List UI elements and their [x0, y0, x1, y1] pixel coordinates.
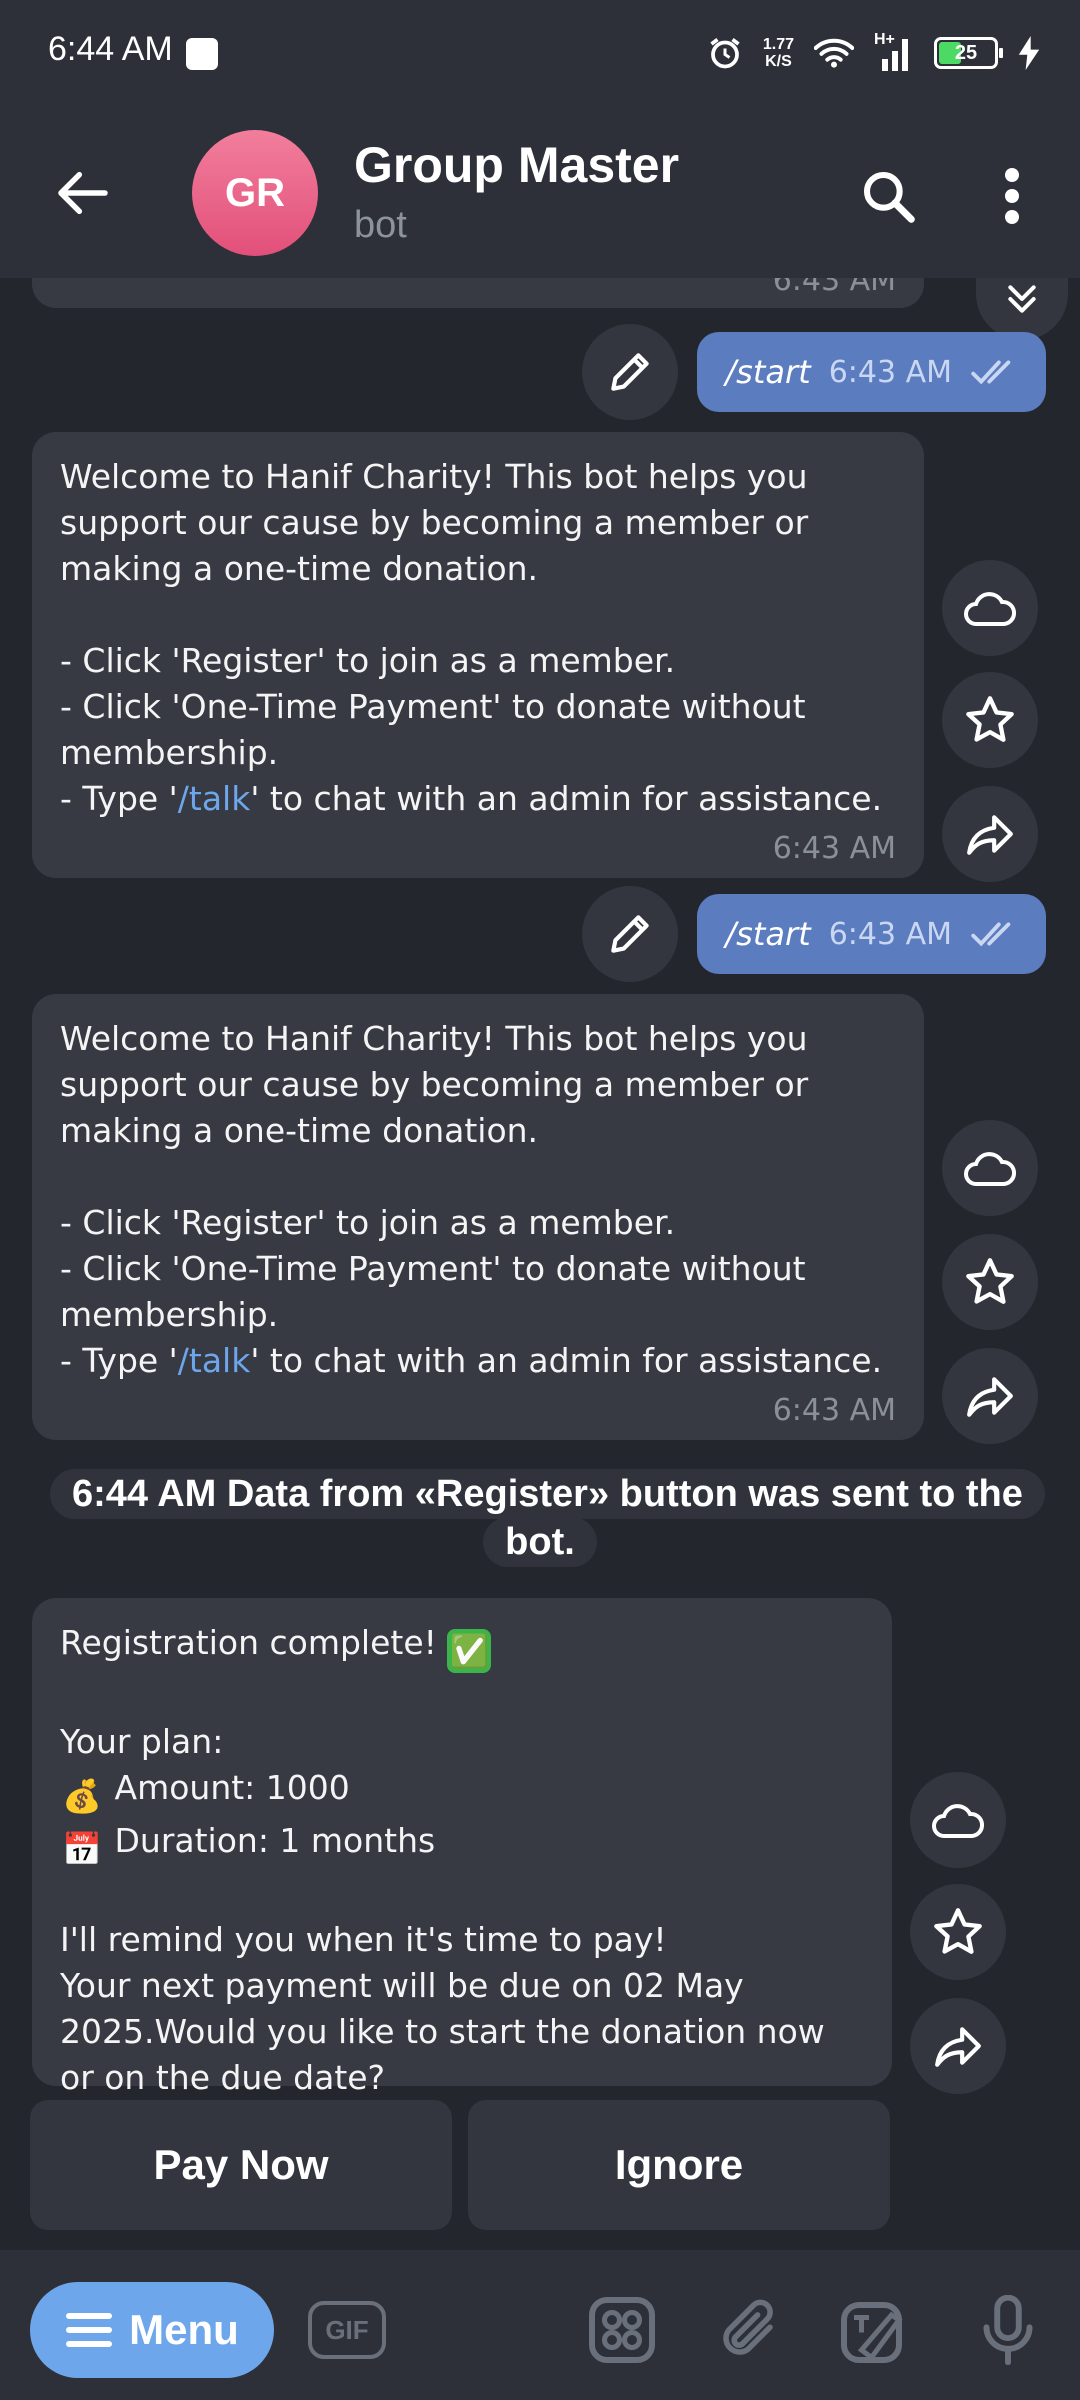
message-time: 6:43 AM — [828, 916, 952, 952]
incoming-message[interactable]: Welcome to Hanif Charity! This bot helps… — [32, 432, 924, 878]
incoming-message[interactable]: Welcome to Hanif Charity! This bot helps… — [32, 994, 924, 1440]
net-speed-unit: K/S — [765, 53, 792, 70]
forward-button[interactable] — [942, 786, 1038, 882]
battery-icon: 25 — [934, 37, 1003, 69]
status-bar: 6:44 AM 1.77 K/S H+ 25 — [0, 0, 1080, 108]
forward-button[interactable] — [910, 1998, 1006, 2094]
sticker-button[interactable] — [834, 2290, 914, 2370]
talk-command-link[interactable]: /talk — [178, 1341, 251, 1380]
alarm-icon — [710, 38, 740, 69]
cellular-signal: H+ — [874, 31, 914, 71]
notification-icon — [186, 38, 218, 70]
message-text: Welcome to Hanif Charity! This bot helps… — [60, 1019, 883, 1380]
pencil-icon — [611, 915, 649, 953]
gif-icon: GIF — [308, 2301, 386, 2359]
save-to-cloud-button[interactable] — [942, 560, 1038, 656]
bot-commands-button[interactable] — [582, 2290, 662, 2370]
charging-icon — [1018, 36, 1040, 70]
cloud-icon — [964, 592, 1017, 626]
chat-header: GR Group Master bot — [0, 108, 1080, 278]
search-icon — [863, 171, 915, 223]
hamburger-icon — [66, 2313, 113, 2347]
wifi-icon — [814, 38, 854, 68]
message-time: 6:43 AM — [772, 1393, 896, 1428]
pencil-icon — [611, 353, 649, 391]
attach-button[interactable] — [708, 2290, 788, 2370]
message-time: 6:43 AM — [828, 354, 952, 390]
star-icon — [966, 1258, 1014, 1304]
net-speed: 1.77 K/S — [763, 36, 794, 70]
menu-label: Menu — [129, 2306, 239, 2353]
incoming-message[interactable]: Registration complete! ✅ Your plan: 💰 Am… — [32, 1598, 892, 2145]
microphone-icon — [983, 2295, 1033, 2365]
favorite-button[interactable] — [910, 1884, 1006, 1980]
share-arrow-icon — [935, 2027, 981, 2067]
chat-area[interactable]: 6:43 AM /start 6:43 AM Welcome to Hanif … — [0, 278, 1080, 2250]
status-time: 6:44 AM — [48, 30, 173, 68]
edit-button[interactable] — [582, 324, 678, 420]
money-bag-icon: 💰 — [62, 1777, 102, 1815]
service-message: 6:44 AM Data from «Register» button was … — [50, 1469, 1045, 1567]
share-arrow-icon — [967, 1377, 1013, 1417]
commands-grid-icon — [589, 2297, 655, 2363]
pay-now-button[interactable]: Pay Now — [30, 2100, 452, 2230]
battery-level: 25 — [954, 41, 978, 64]
menu-button[interactable]: Menu — [30, 2282, 274, 2378]
forward-button[interactable] — [942, 1348, 1038, 1444]
favorite-button[interactable] — [942, 672, 1038, 768]
share-arrow-icon — [967, 815, 1013, 855]
sticker-paint-icon — [841, 2302, 903, 2363]
chat-subtitle: bot — [354, 204, 407, 246]
voice-message-button[interactable] — [968, 2290, 1048, 2370]
cloud-icon — [964, 1152, 1017, 1186]
ignore-button[interactable]: Ignore — [468, 2100, 890, 2230]
star-icon — [934, 1908, 982, 1954]
talk-command-link[interactable]: /talk — [178, 779, 251, 818]
avatar[interactable]: GR — [192, 130, 318, 256]
outgoing-message[interactable]: /start 6:43 AM — [697, 894, 1046, 974]
save-to-cloud-button[interactable] — [942, 1120, 1038, 1216]
message-input-bar: Menu GIF — [0, 2250, 1080, 2400]
more-options-button[interactable] — [984, 158, 1040, 234]
message-text: /start — [725, 915, 811, 953]
paperclip-icon — [723, 2299, 773, 2355]
star-icon — [966, 696, 1014, 742]
message-time: 6:43 AM — [772, 278, 896, 298]
message-text: /start — [725, 353, 811, 391]
message-text: Welcome to Hanif Charity! This bot helps… — [60, 457, 883, 818]
edit-button[interactable] — [582, 886, 678, 982]
cloud-icon — [932, 1804, 985, 1838]
calendar-icon: 📅 — [62, 1830, 102, 1868]
arrow-left-icon — [58, 171, 108, 215]
save-to-cloud-button[interactable] — [910, 1772, 1006, 1868]
search-button[interactable] — [850, 158, 926, 234]
scroll-down-button[interactable] — [976, 278, 1068, 340]
back-button[interactable] — [48, 158, 118, 228]
message-time: 6:43 AM — [772, 831, 896, 866]
message-text: Registration complete! ✅ Your plan: 💰 Am… — [60, 1623, 825, 2097]
double-check-icon — [971, 922, 1011, 947]
message-bubble-partial[interactable]: 6:43 AM — [32, 278, 924, 308]
chat-title[interactable]: Group Master — [354, 136, 679, 194]
gif-button[interactable]: GIF — [306, 2290, 388, 2370]
favorite-button[interactable] — [942, 1234, 1038, 1330]
check-mark-icon: ✅ — [447, 1629, 492, 1673]
signal-icon — [882, 39, 908, 71]
double-chevron-down-icon — [1008, 285, 1036, 313]
more-vertical-icon — [1005, 168, 1019, 224]
status-icons: 1.77 K/S H+ 25 — [707, 30, 1040, 76]
net-speed-value: 1.77 — [762, 36, 794, 53]
double-check-icon — [971, 360, 1011, 385]
outgoing-message[interactable]: /start 6:43 AM — [697, 332, 1046, 412]
